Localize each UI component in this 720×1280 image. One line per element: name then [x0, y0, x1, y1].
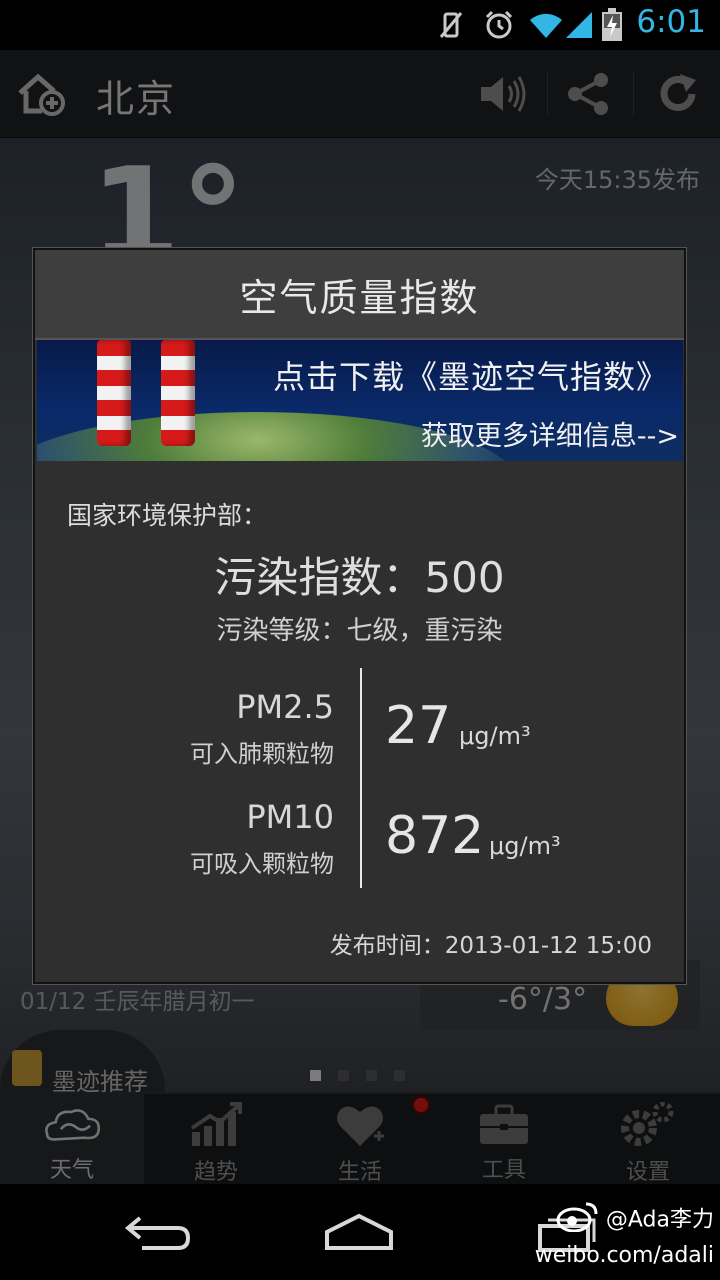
- cell-signal-icon: [564, 8, 594, 42]
- dialog-title-bar: 空气质量指数: [35, 250, 684, 340]
- weibo-logo-icon: [556, 1200, 600, 1241]
- chimney-illustration: [161, 340, 195, 446]
- banner-headline: 点击下载《墨迹空气指数》: [272, 358, 669, 396]
- watermark-url: weibo.com/adali: [534, 1243, 714, 1268]
- release-time: 发布时间：2013-01-12 15:00: [329, 933, 652, 959]
- wifi-icon: [528, 8, 564, 42]
- pm25-unit: μg/m³: [459, 722, 531, 750]
- pm10-value: 872: [385, 806, 485, 866]
- back-icon[interactable]: [114, 1204, 204, 1260]
- dialog-title: 空气质量指数: [239, 275, 480, 320]
- battery-charging-icon: [600, 8, 624, 42]
- pm10-unit: μg/m³: [489, 832, 561, 860]
- watermark-user: @Ada李力: [605, 1207, 714, 1233]
- status-time: 6:01: [636, 4, 706, 40]
- pollution-index: 污染指数：500: [214, 553, 505, 602]
- pm25-value: 27: [385, 696, 452, 756]
- pm10-description: 可吸入颗粒物: [190, 850, 334, 878]
- pm25-name: PM2.5: [236, 688, 334, 726]
- chimney-illustration: [97, 340, 131, 446]
- alarm-clock-icon: [482, 8, 516, 42]
- vibrate-mute-icon: [436, 8, 466, 42]
- pm25-description: 可入肺颗粒物: [190, 740, 334, 768]
- pollution-level: 污染等级：七级，重污染: [216, 616, 503, 646]
- status-bar: 6:01: [0, 0, 720, 50]
- home-icon[interactable]: [314, 1204, 404, 1260]
- banner-subline: 获取更多详细信息-->: [420, 421, 679, 452]
- download-banner[interactable]: 点击下载《墨迹空气指数》 获取更多详细信息-->: [37, 340, 683, 461]
- vertical-divider: [360, 668, 362, 888]
- pm10-name: PM10: [246, 798, 334, 836]
- data-source-label: 国家环境保护部：: [67, 501, 268, 530]
- weibo-watermark: @Ada李力 weibo.com/adali: [535, 1200, 714, 1271]
- air-quality-dialog: 空气质量指数 点击下载《墨迹空气指数》 获取更多详细信息--> 国家环境保护部：…: [33, 248, 686, 984]
- system-nav-bar: @Ada李力 weibo.com/adali: [0, 1184, 720, 1280]
